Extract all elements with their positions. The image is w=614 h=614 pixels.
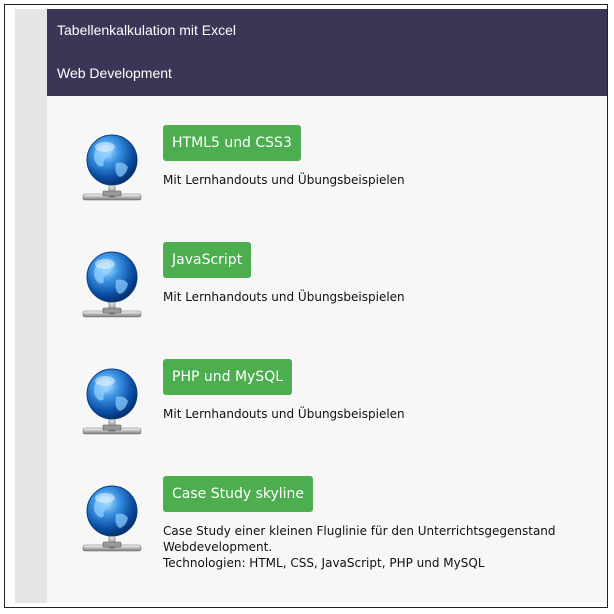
network-globe-icon	[81, 133, 143, 207]
category-header: Tabellenkalkulation mit Excel Web Develo…	[47, 9, 607, 96]
course-button-html5-css3[interactable]: HTML5 und CSS3	[163, 125, 301, 161]
network-globe-icon	[81, 367, 143, 441]
category-title-web-development[interactable]: Web Development	[47, 51, 607, 96]
course-button-php-mysql[interactable]: PHP und MySQL	[163, 359, 293, 395]
network-globe-icon	[81, 484, 143, 558]
course-description: Case Study einer kleinen Fluglinie für d…	[163, 524, 556, 570]
window-frame: Tabellenkalkulation mit Excel Web Develo…	[4, 4, 608, 608]
course-description: Mit Lernhandouts und Übungsbeispielen	[163, 173, 405, 187]
main-content: Tabellenkalkulation mit Excel Web Develo…	[47, 9, 607, 603]
category-title-excel[interactable]: Tabellenkalkulation mit Excel	[47, 9, 607, 51]
left-gutter	[15, 9, 47, 603]
course-description: Mit Lernhandouts und Übungsbeispielen	[163, 290, 405, 304]
network-globe-icon	[81, 250, 143, 324]
course-button-javascript[interactable]: JavaScript	[163, 242, 252, 278]
course-description: Mit Lernhandouts und Übungsbeispielen	[163, 407, 405, 421]
course-button-case-study-skyline[interactable]: Case Study skyline	[163, 476, 314, 512]
